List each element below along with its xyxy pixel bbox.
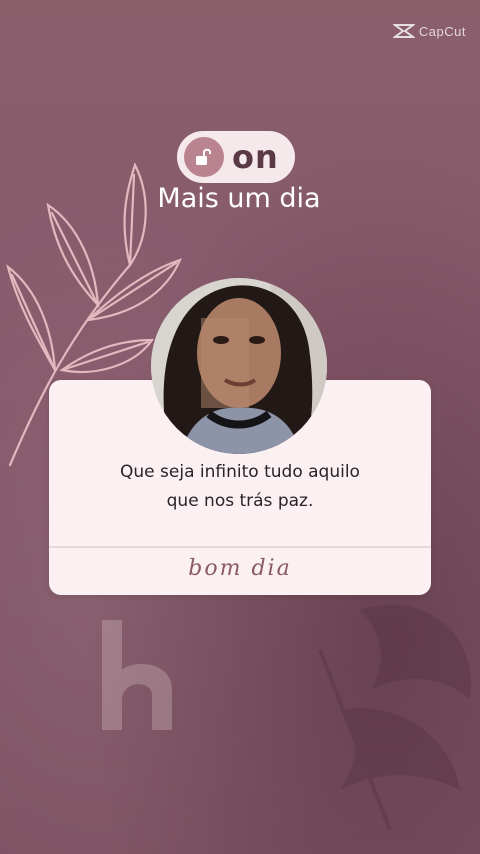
signature-text: bom dia (188, 556, 292, 581)
background-letter-shape (102, 620, 172, 730)
profile-photo (151, 278, 327, 454)
quote-line-2: que nos trás paz. (166, 491, 314, 511)
capcut-logo-icon (392, 24, 415, 38)
status-label: on (232, 138, 279, 176)
lock-icon (184, 137, 224, 177)
quote-line-1: Que seja infinito tudo aquilo (120, 462, 360, 482)
quote-text: Que seja infinito tudo aquilo que nos tr… (49, 458, 431, 516)
background-leaf-shadow (318, 604, 472, 830)
status-pill: on (177, 131, 295, 183)
subtitle: Mais um dia (157, 183, 321, 214)
watermark-text: CapCut (418, 23, 466, 39)
card-divider (49, 546, 431, 548)
portrait-image (151, 278, 327, 454)
capcut-watermark: CapCut (392, 22, 466, 40)
